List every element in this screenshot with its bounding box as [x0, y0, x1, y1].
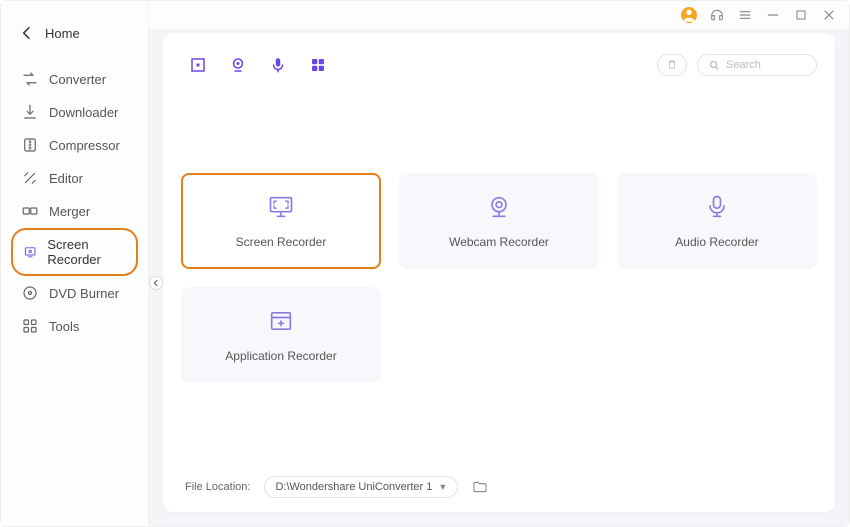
sidebar-item-screen-recorder[interactable]: Screen Recorder [11, 228, 138, 276]
screen-target-icon [189, 56, 207, 74]
content-panel: Screen Recorder Webcam Recorder Audio Re… [163, 33, 835, 512]
sidebar-collapse-button[interactable] [149, 276, 163, 290]
sidebar-header: Home [1, 15, 148, 59]
sidebar-item-label: Converter [49, 72, 106, 87]
sidebar-item-merger[interactable]: Merger [11, 195, 138, 227]
tools-icon [21, 317, 39, 335]
file-location-label: File Location: [185, 481, 250, 493]
sidebar: Home Converter Downloader Compressor [1, 1, 149, 526]
compressor-icon [21, 136, 39, 154]
maximize-button[interactable] [793, 7, 809, 23]
mode-audio-button[interactable] [269, 56, 287, 74]
main-area: Screen Recorder Webcam Recorder Audio Re… [149, 1, 849, 526]
sidebar-item-downloader[interactable]: Downloader [11, 96, 138, 128]
search-input[interactable] [726, 59, 806, 71]
mode-app-button[interactable] [309, 56, 327, 74]
panel-toolbar [181, 45, 817, 85]
user-icon [681, 7, 697, 23]
clipboard-button[interactable] [657, 54, 687, 76]
editor-icon [21, 169, 39, 187]
card-label: Application Recorder [225, 349, 336, 363]
merger-icon [21, 202, 39, 220]
sidebar-item-dvd-burner[interactable]: DVD Burner [11, 277, 138, 309]
sidebar-nav: Converter Downloader Compressor Editor [1, 59, 148, 347]
monitor-icon [267, 193, 295, 221]
apps-grid-icon [309, 56, 327, 74]
folder-icon [472, 479, 488, 495]
app-window: Home Converter Downloader Compressor [0, 0, 850, 527]
card-webcam-recorder[interactable]: Webcam Recorder [399, 173, 599, 269]
card-label: Screen Recorder [236, 235, 327, 249]
toolbar-right [657, 54, 817, 76]
menu-button[interactable] [737, 7, 753, 23]
recorder-cards: Screen Recorder Webcam Recorder Audio Re… [181, 85, 817, 470]
microphone-icon [703, 193, 731, 221]
sidebar-item-label: Tools [49, 319, 79, 334]
back-button[interactable] [19, 25, 35, 41]
panel-footer: File Location: D:\Wondershare UniConvert… [181, 470, 817, 500]
window-icon [267, 307, 295, 335]
close-icon [821, 7, 837, 23]
chevron-left-icon [19, 25, 35, 41]
sidebar-item-editor[interactable]: Editor [11, 162, 138, 194]
sidebar-item-label: Compressor [49, 138, 120, 153]
user-avatar[interactable] [681, 7, 697, 23]
webcam-icon [485, 193, 513, 221]
dvd-burner-icon [21, 284, 39, 302]
mode-webcam-button[interactable] [229, 56, 247, 74]
search-icon [708, 59, 720, 71]
home-label: Home [45, 26, 80, 41]
minimize-button[interactable] [765, 7, 781, 23]
downloader-icon [21, 103, 39, 121]
mode-screen-button[interactable] [189, 56, 207, 74]
converter-icon [21, 70, 39, 88]
webcam-icon [229, 56, 247, 74]
card-label: Audio Recorder [675, 235, 758, 249]
clipboard-icon [666, 59, 678, 71]
maximize-icon [793, 7, 809, 23]
chevron-down-icon: ▼ [438, 482, 447, 492]
screen-recorder-icon [23, 243, 37, 261]
sidebar-item-tools[interactable]: Tools [11, 310, 138, 342]
microphone-icon [269, 56, 287, 74]
sidebar-item-label: Editor [49, 171, 83, 186]
card-label: Webcam Recorder [449, 235, 549, 249]
sidebar-item-compressor[interactable]: Compressor [11, 129, 138, 161]
file-location-dropdown[interactable]: D:\Wondershare UniConverter 1 ▼ [264, 476, 458, 498]
sidebar-item-label: Screen Recorder [47, 237, 126, 267]
card-application-recorder[interactable]: Application Recorder [181, 287, 381, 383]
card-screen-recorder[interactable]: Screen Recorder [181, 173, 381, 269]
titlebar [149, 1, 849, 29]
search-box[interactable] [697, 54, 817, 76]
sidebar-item-converter[interactable]: Converter [11, 63, 138, 95]
sidebar-item-label: Merger [49, 204, 90, 219]
minimize-icon [765, 7, 781, 23]
support-button[interactable] [709, 7, 725, 23]
open-folder-button[interactable] [472, 479, 488, 495]
card-audio-recorder[interactable]: Audio Recorder [617, 173, 817, 269]
chevron-left-icon [152, 279, 160, 287]
mode-icons [181, 56, 327, 74]
sidebar-item-label: DVD Burner [49, 286, 119, 301]
hamburger-icon [737, 7, 753, 23]
sidebar-item-label: Downloader [49, 105, 118, 120]
close-button[interactable] [821, 7, 837, 23]
file-location-value: D:\Wondershare UniConverter 1 [275, 481, 432, 493]
headset-icon [709, 7, 725, 23]
